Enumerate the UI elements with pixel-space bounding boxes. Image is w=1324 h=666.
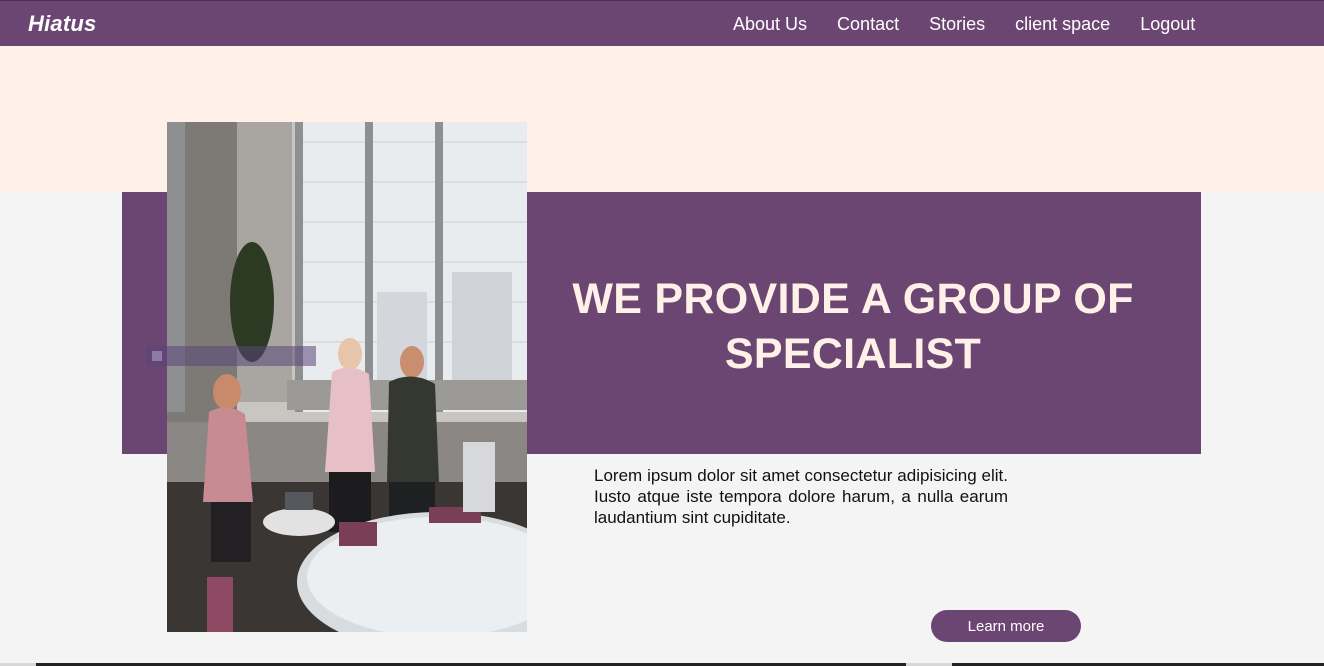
brand-logo[interactable]: Hiatus [28, 11, 96, 37]
nav-stories[interactable]: Stories [929, 13, 985, 35]
hero-paragraph: Lorem ipsum dolor sit amet consectetur a… [594, 466, 1008, 527]
photo-icon [167, 122, 527, 632]
nav-client-space[interactable]: client space [1015, 13, 1110, 35]
nav-about-us[interactable]: About Us [733, 13, 807, 35]
image-alt-text-overlay [146, 346, 316, 366]
top-navbar: Hiatus About Us Contact Stories client s… [0, 0, 1324, 46]
broken-image-icon [152, 351, 162, 361]
hero-headline: WE PROVIDE A GROUP OF SPECIALIST [572, 275, 1134, 378]
nav-contact[interactable]: Contact [837, 13, 899, 35]
team-photo [167, 122, 527, 632]
learn-more-button[interactable]: Learn more [931, 610, 1081, 642]
nav-logout[interactable]: Logout [1140, 13, 1195, 35]
main-nav: About Us Contact Stories client space Lo… [733, 13, 1195, 35]
